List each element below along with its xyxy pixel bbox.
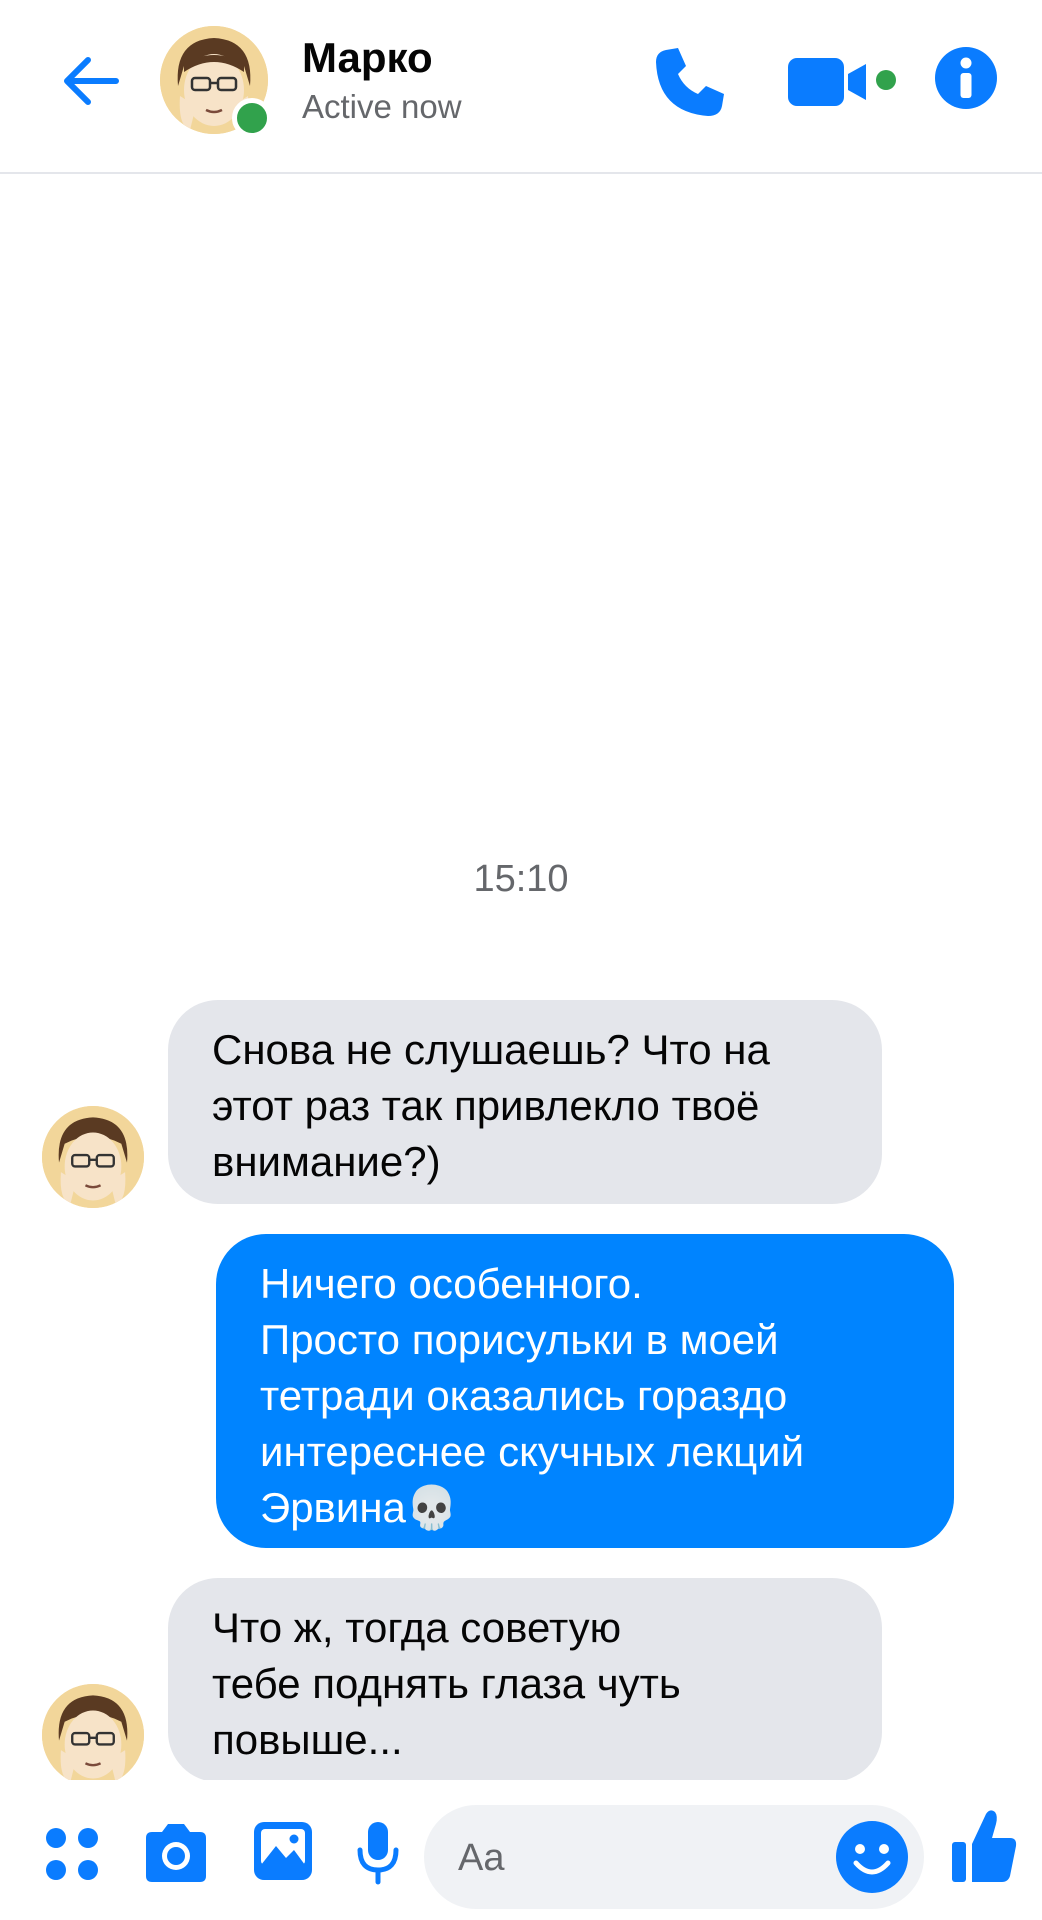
message-timestamp: 15:10 — [473, 858, 569, 900]
apps-icon[interactable] — [44, 1826, 100, 1882]
microphone-icon[interactable] — [354, 1820, 402, 1886]
message-input[interactable]: Aa — [424, 1805, 924, 1909]
avatar-illustration — [42, 1106, 144, 1208]
contact-avatar[interactable] — [160, 26, 272, 138]
like-icon[interactable] — [950, 1808, 1018, 1884]
chat-header: Марко Active now — [0, 0, 1042, 174]
camera-icon[interactable] — [142, 1824, 210, 1882]
info-icon[interactable] — [934, 46, 998, 110]
sender-avatar[interactable] — [42, 1106, 144, 1208]
outgoing-message-bubble[interactable]: Ничего особенного. Просто порисульки в м… — [216, 1234, 954, 1548]
emoji-icon[interactable] — [834, 1819, 910, 1895]
phone-icon[interactable] — [650, 42, 730, 122]
sender-avatar[interactable] — [42, 1684, 144, 1786]
online-indicator — [232, 98, 272, 138]
video-camera-icon[interactable] — [786, 52, 898, 112]
incoming-message-bubble[interactable]: Снова не слушаешь? Что на этот раз так п… — [168, 1000, 882, 1204]
contact-name[interactable]: Марко — [302, 34, 433, 82]
message-composer: Aa — [0, 1780, 1042, 1920]
message-input-placeholder: Aa — [458, 1837, 505, 1879]
gallery-icon[interactable] — [252, 1820, 314, 1882]
avatar-illustration — [42, 1684, 144, 1786]
contact-status: Active now — [302, 88, 462, 125]
back-arrow-icon[interactable] — [58, 48, 124, 114]
incoming-message-bubble[interactable]: Что ж, тогда советую тебе поднять глаза … — [168, 1578, 882, 1782]
